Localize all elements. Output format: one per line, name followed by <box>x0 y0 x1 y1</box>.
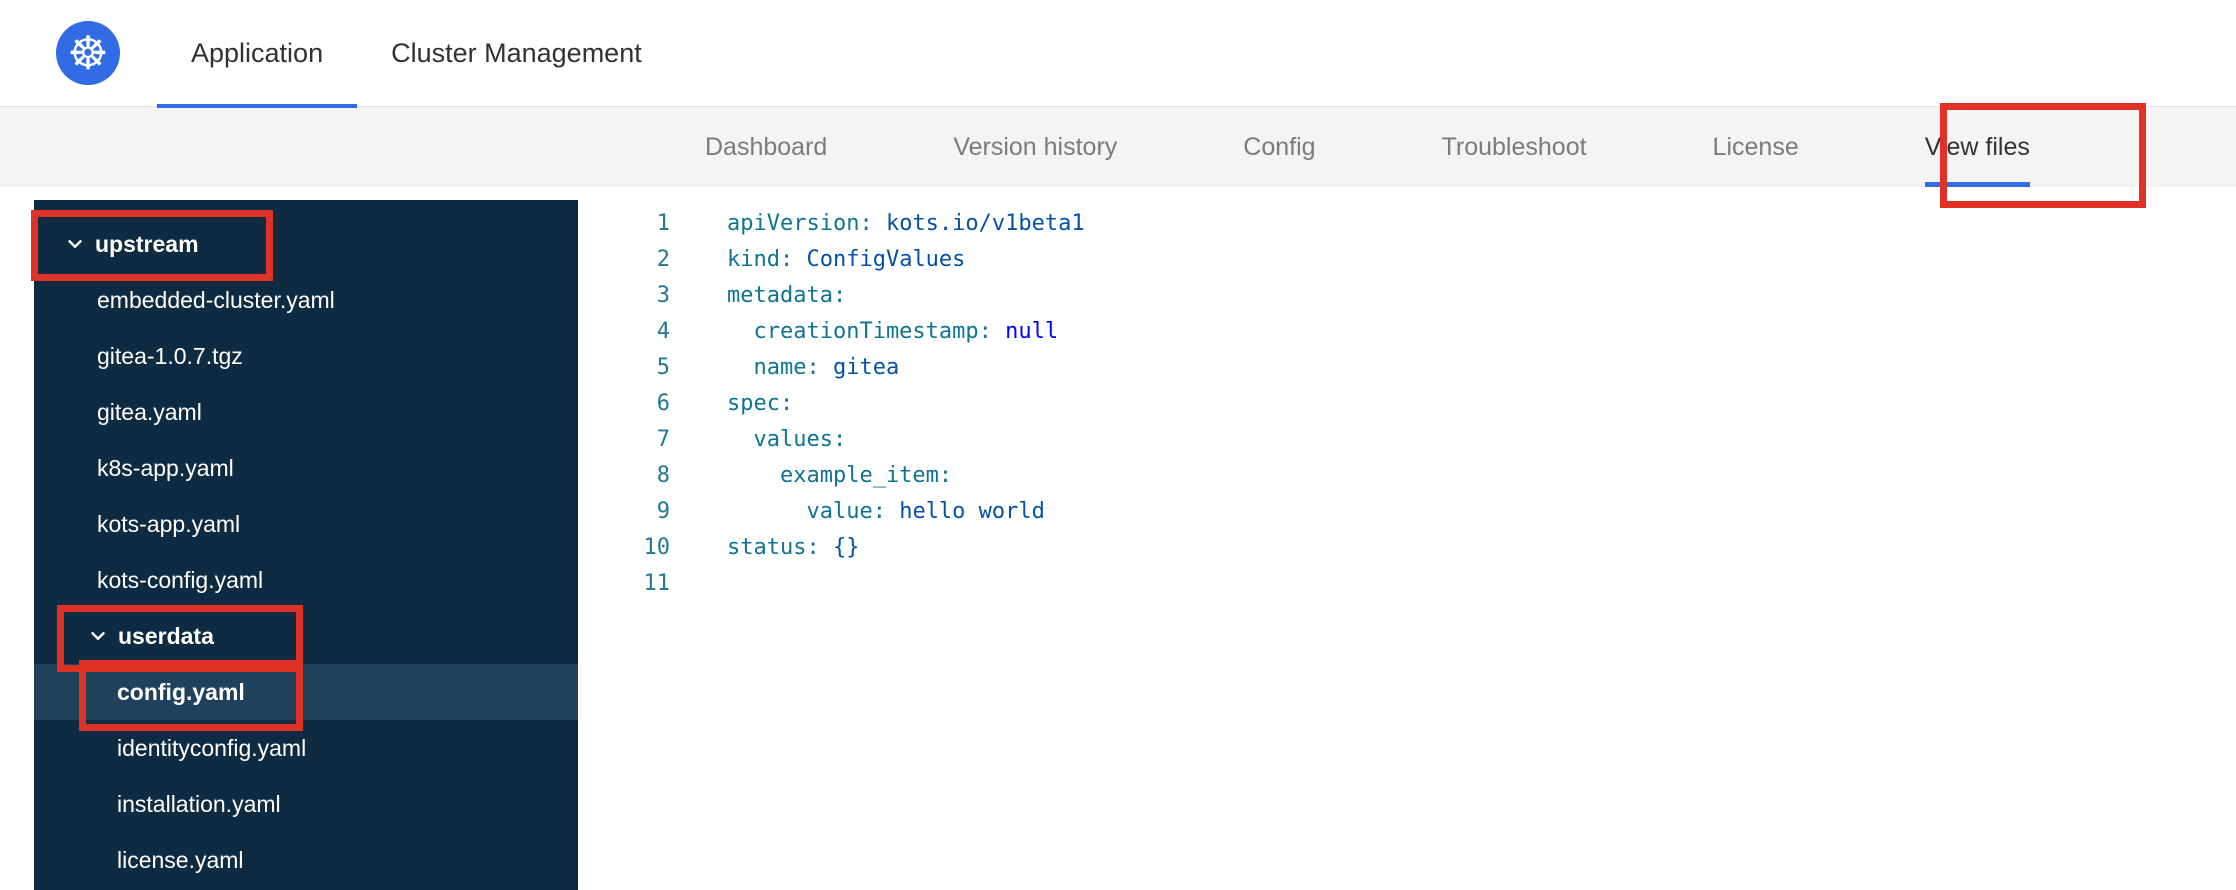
code-line: 9 value: hello world <box>578 494 2236 530</box>
tree-item-gitea-1-0-7-tgz[interactable]: gitea-1.0.7.tgz <box>34 328 578 384</box>
tree-item-embedded-cluster-yaml[interactable]: embedded-cluster.yaml <box>34 272 578 328</box>
line-content: apiVersion: kots.io/v1beta1 <box>727 211 1085 236</box>
tab-config[interactable]: Config <box>1243 107 1315 187</box>
code-line: 2 kind: ConfigValues <box>578 242 2236 278</box>
line-number: 8 <box>656 463 670 488</box>
line-number: 3 <box>656 283 670 308</box>
tree-item-label: userdata <box>118 622 214 649</box>
tree-item-label: kots-app.yaml <box>97 510 241 537</box>
line-content <box>670 566 727 602</box>
line-content: metadata: <box>727 283 847 308</box>
code-line: 3 metadata: <box>578 278 2236 314</box>
tree-item-label: gitea-1.0.7.tgz <box>97 342 243 369</box>
tree-item-label: gitea.yaml <box>97 398 202 425</box>
tab-view-files[interactable]: View files <box>1924 107 2030 187</box>
code-line: 7 values: <box>578 422 2236 458</box>
code-line: 5 name: gitea <box>578 350 2236 386</box>
chevron-down-icon <box>87 625 111 647</box>
line-number: 2 <box>656 247 670 272</box>
tree-item-identityconfig-yaml[interactable]: identityconfig.yaml <box>34 720 578 776</box>
tree-item-label: upstream <box>95 230 199 257</box>
tree-item-label: identityconfig.yaml <box>117 734 307 761</box>
tree-item-label: license.yaml <box>117 846 244 873</box>
line-content: spec: <box>727 391 794 416</box>
tree-item-config-yaml[interactable]: config.yaml <box>34 664 578 720</box>
tree-item-label: embedded-cluster.yaml <box>97 286 335 313</box>
chevron-down-icon <box>64 233 88 255</box>
line-content: values: <box>727 427 847 452</box>
line-number: 7 <box>656 427 670 452</box>
tree-item-installation-yaml[interactable]: installation.yaml <box>34 776 578 832</box>
app-subnav: Dashboard Version history Config Trouble… <box>0 107 2236 187</box>
helm-wheel-icon: ☸ <box>67 26 109 80</box>
tree-item-k8s-app-yaml[interactable]: k8s-app.yaml <box>34 440 578 496</box>
line-number: 9 <box>656 499 670 524</box>
line-number: 10 <box>643 535 671 560</box>
tab-application[interactable]: Application <box>157 0 358 108</box>
line-number: 11 <box>643 571 671 596</box>
line-number: 6 <box>656 391 670 416</box>
line-number: 1 <box>656 211 670 236</box>
code-editor[interactable]: 1 apiVersion: kots.io/v1beta1 2 kind: Co… <box>578 187 2236 890</box>
code-line: 4 creationTimestamp: null <box>578 314 2236 350</box>
code-line: 10 status: {} <box>578 530 2236 566</box>
code-line: 11 <box>578 566 2236 602</box>
kubernetes-logo: ☸ <box>56 21 120 85</box>
tree-item-gitea-yaml[interactable]: gitea.yaml <box>34 384 578 440</box>
tree-item-userdata[interactable]: userdata <box>34 608 578 664</box>
tree-item-label: k8s-app.yaml <box>97 454 234 481</box>
line-content: status: {} <box>727 535 860 560</box>
top-header: ☸ Application Cluster Management <box>0 0 2236 108</box>
line-content: value: hello world <box>727 499 1045 524</box>
subnav-tabs: Dashboard Version history Config Trouble… <box>705 107 2030 187</box>
code-line: 1 apiVersion: kots.io/v1beta1 <box>578 206 2236 242</box>
tab-troubleshoot[interactable]: Troubleshoot <box>1442 107 1587 187</box>
line-content: example_item: <box>727 463 953 488</box>
tree-item-upstream[interactable]: upstream <box>34 216 578 272</box>
line-content: kind: ConfigValues <box>727 247 966 272</box>
tree-item-license-yaml[interactable]: license.yaml <box>34 832 578 888</box>
code-line: 6 spec: <box>578 386 2236 422</box>
top-nav: Application Cluster Management <box>157 0 676 108</box>
tree-item-label: installation.yaml <box>117 790 281 817</box>
code-lines: 1 apiVersion: kots.io/v1beta1 2 kind: Co… <box>578 206 2236 602</box>
line-content: creationTimestamp: null <box>727 319 1059 344</box>
file-tree-sidebar: upstream embedded-cluster.yaml gitea-1.0… <box>34 200 578 890</box>
file-tree: upstream embedded-cluster.yaml gitea-1.0… <box>34 216 578 888</box>
line-number: 4 <box>656 319 670 344</box>
line-number: 5 <box>656 355 670 380</box>
line-content: name: gitea <box>727 355 900 380</box>
tree-item-kots-app-yaml[interactable]: kots-app.yaml <box>34 496 578 552</box>
tree-item-label: config.yaml <box>117 678 245 705</box>
code-line: 8 example_item: <box>578 458 2236 494</box>
tab-version-history[interactable]: Version history <box>953 107 1117 187</box>
tree-item-kots-config-yaml[interactable]: kots-config.yaml <box>34 552 578 608</box>
tab-license[interactable]: License <box>1713 107 1799 187</box>
tree-item-label: kots-config.yaml <box>97 566 264 593</box>
tab-cluster-management[interactable]: Cluster Management <box>357 0 676 107</box>
tab-dashboard[interactable]: Dashboard <box>705 107 827 187</box>
